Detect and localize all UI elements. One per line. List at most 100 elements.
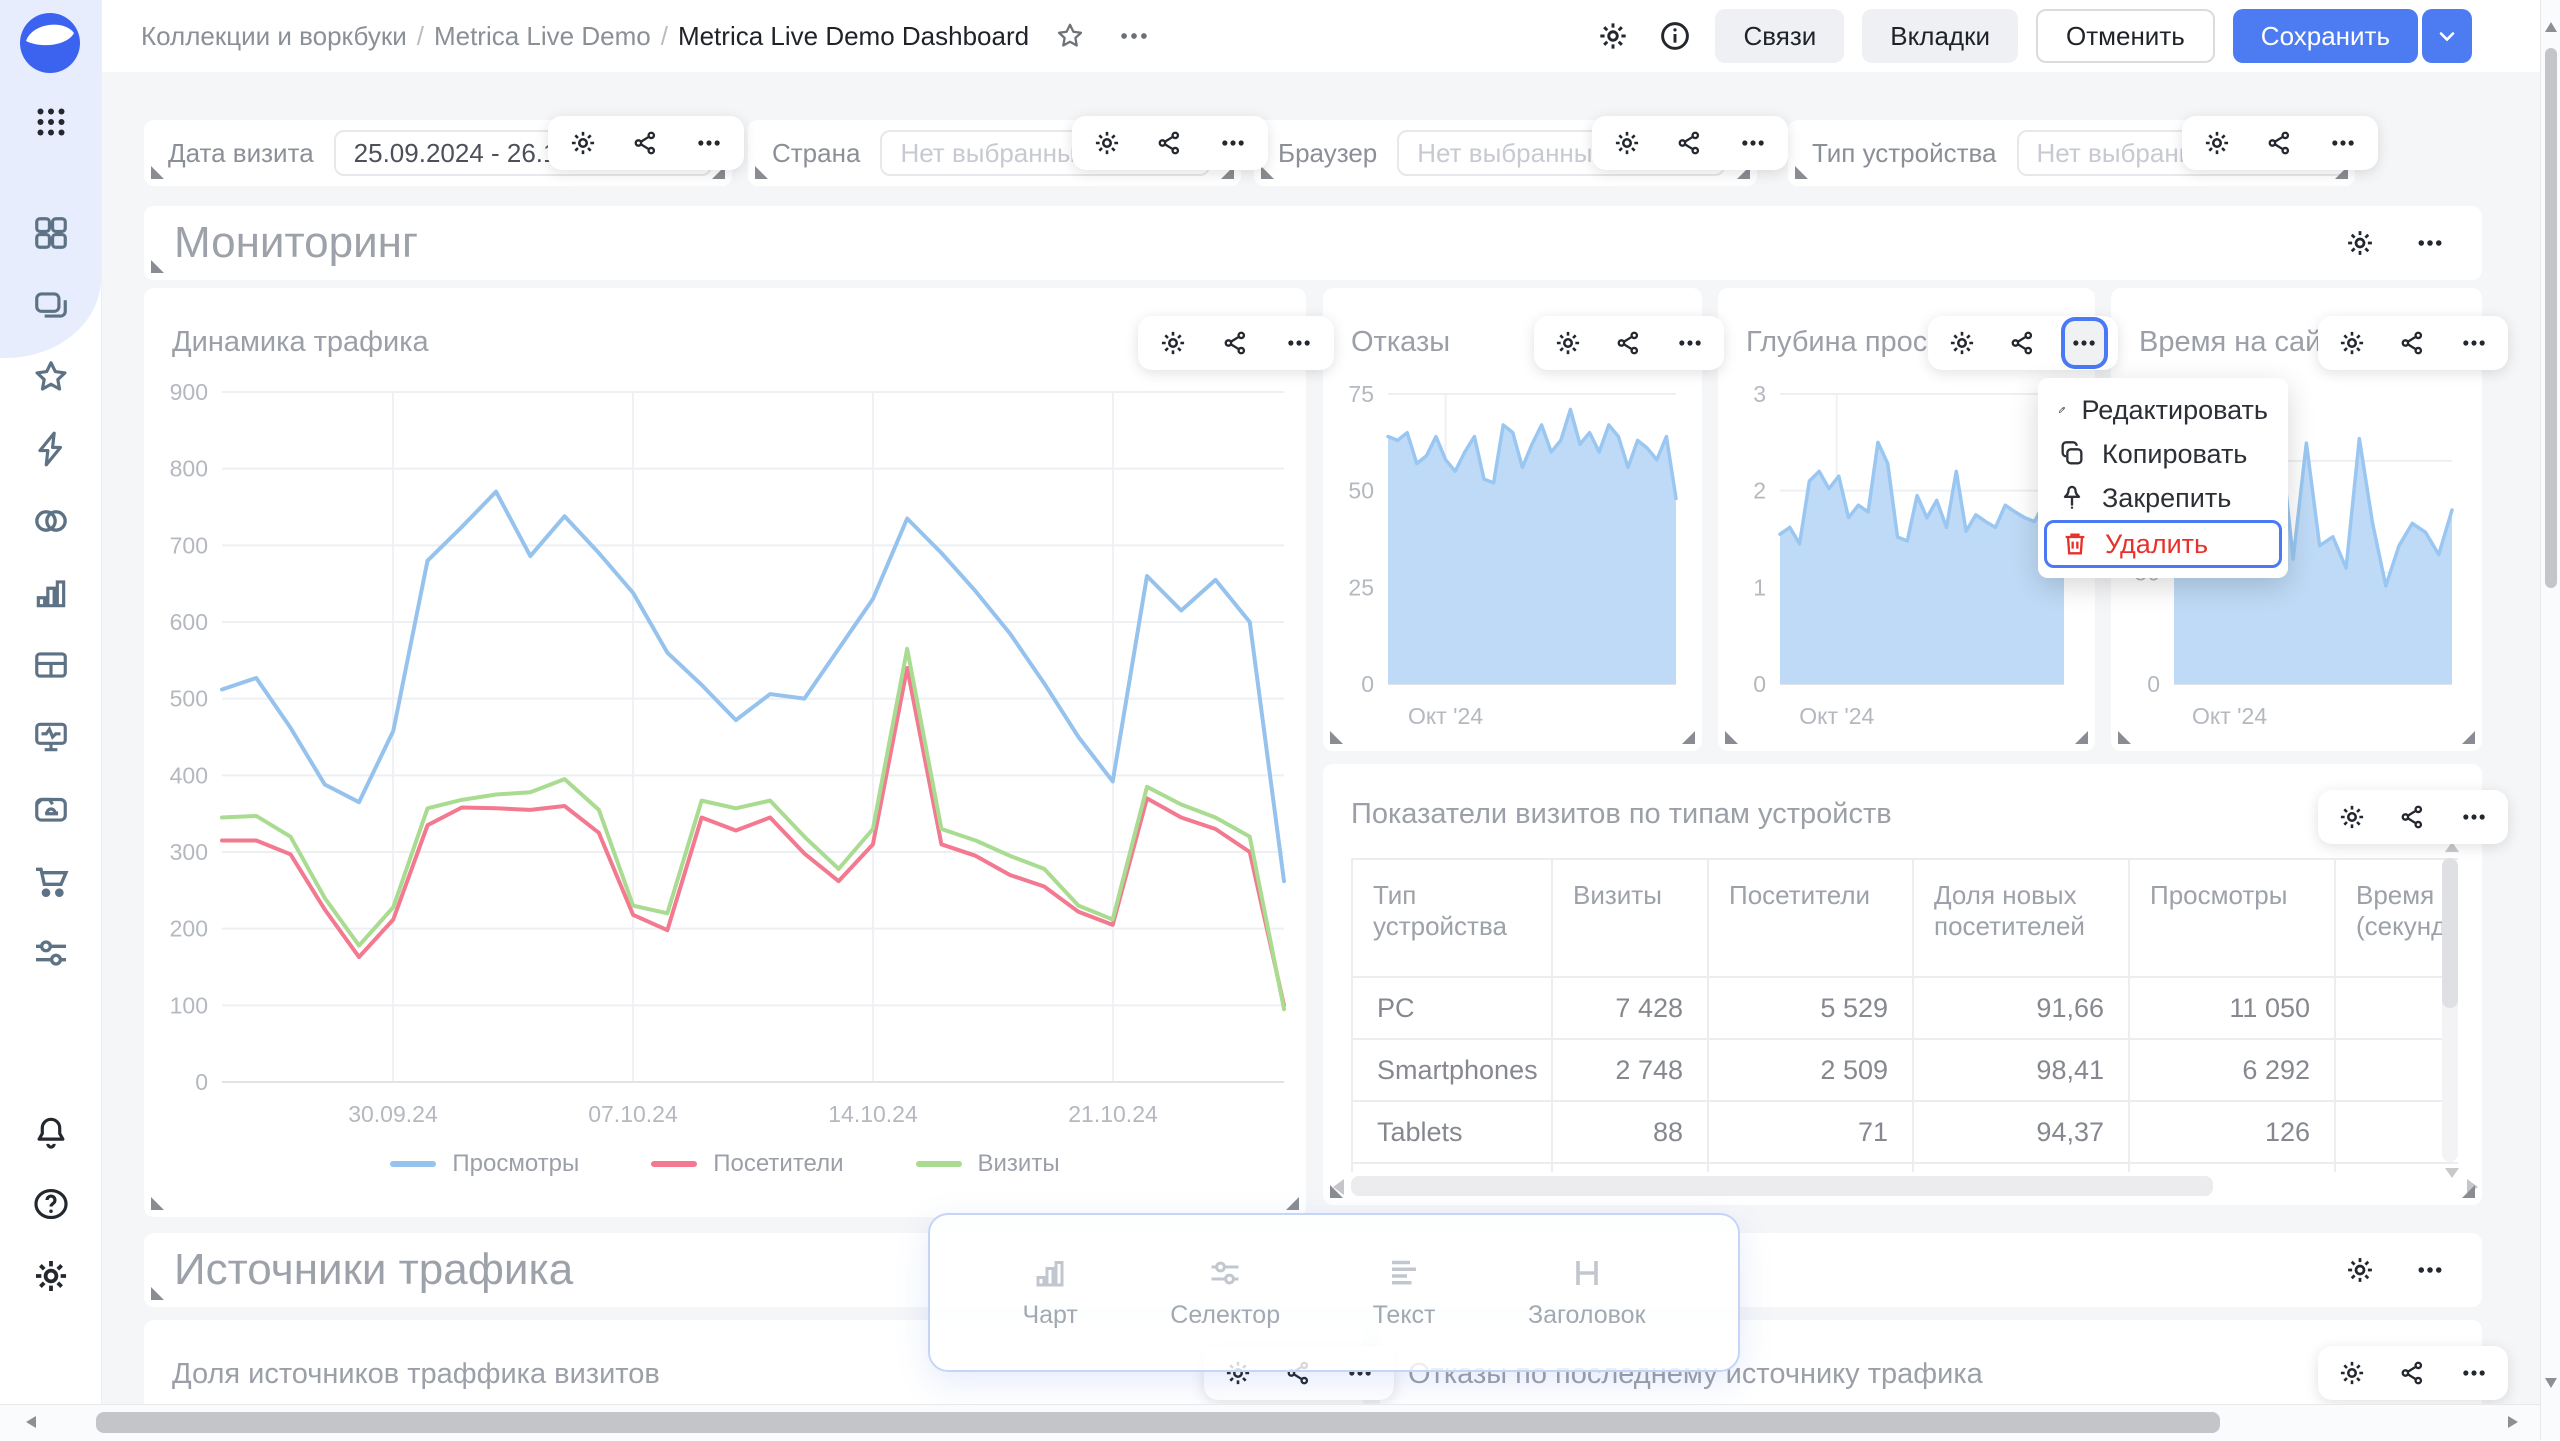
gear-icon[interactable] xyxy=(2338,221,2382,265)
sidebar-item-collections[interactable] xyxy=(31,285,71,325)
gear-icon[interactable] xyxy=(2332,321,2371,365)
vertical-scrollbar-thumb[interactable] xyxy=(2545,48,2557,588)
horizontal-scrollbar[interactable] xyxy=(0,1404,2540,1441)
sidebar-item-marketplace[interactable] xyxy=(31,861,71,901)
more-icon[interactable] xyxy=(2455,321,2494,365)
resize-handle[interactable] xyxy=(1330,731,1343,744)
table-horizontal-scrollbar[interactable] xyxy=(1351,1176,2458,1198)
resize-handle[interactable] xyxy=(1725,731,1738,744)
links-icon[interactable] xyxy=(1215,321,1256,365)
sidebar-item-storage[interactable] xyxy=(31,789,71,829)
menu-item-pin[interactable]: Закрепить xyxy=(2044,476,2282,520)
resize-handle[interactable] xyxy=(151,260,164,273)
filter-browser-label: Браузер xyxy=(1278,138,1377,169)
info-icon[interactable] xyxy=(1653,14,1697,58)
legend-item-views[interactable]: Просмотры xyxy=(390,1150,579,1178)
more-icon[interactable] xyxy=(2455,1351,2494,1395)
breadcrumb-more-icon[interactable] xyxy=(1117,19,1151,53)
breadcrumb-workbook[interactable]: Metrica Live Demo xyxy=(434,21,651,52)
apps-grid-icon[interactable] xyxy=(31,102,71,142)
links-icon[interactable] xyxy=(2393,795,2432,839)
more-icon[interactable] xyxy=(2408,1248,2452,1292)
sidebar-item-monitoring[interactable] xyxy=(31,717,71,757)
legend-item-visits[interactable]: Визиты xyxy=(916,1150,1060,1178)
notifications-bell-icon[interactable] xyxy=(31,1112,71,1152)
resize-handle[interactable] xyxy=(2462,731,2475,744)
breadcrumb-collections[interactable]: Коллекции и воркбуки xyxy=(141,21,407,52)
sidebar-item-charts[interactable] xyxy=(31,573,71,613)
links-icon[interactable] xyxy=(2393,1351,2432,1395)
settings-gear-icon[interactable] xyxy=(31,1256,71,1296)
gear-icon[interactable] xyxy=(2196,121,2237,165)
save-button[interactable]: Сохранить xyxy=(2233,9,2418,63)
menu-item-copy[interactable]: Копировать xyxy=(2044,432,2282,476)
links-icon[interactable] xyxy=(1149,121,1190,165)
links-icon[interactable] xyxy=(2003,321,2042,365)
resize-handle[interactable] xyxy=(1261,166,1274,179)
horizontal-scrollbar-thumb[interactable] xyxy=(96,1412,2220,1433)
gear-icon[interactable] xyxy=(562,121,603,165)
gear-icon[interactable] xyxy=(1606,121,1647,165)
resize-handle[interactable] xyxy=(151,1287,164,1300)
gear-icon[interactable] xyxy=(1086,121,1127,165)
dashboard-settings-gear-icon[interactable] xyxy=(1591,14,1635,58)
more-icon[interactable] xyxy=(2408,221,2452,265)
more-icon[interactable] xyxy=(1733,121,1774,165)
legend-label: Просмотры xyxy=(452,1150,579,1178)
resize-handle[interactable] xyxy=(1330,1185,1343,1198)
add-text-button[interactable]: Текст xyxy=(1373,1255,1436,1330)
add-chart-button[interactable]: Чарт xyxy=(1022,1255,1077,1330)
scroll-right-icon[interactable] xyxy=(2508,1416,2518,1428)
resize-handle[interactable] xyxy=(151,1197,164,1210)
gear-icon[interactable] xyxy=(1548,321,1587,365)
resize-handle[interactable] xyxy=(2462,1185,2475,1198)
sidebar-item-dashboards[interactable] xyxy=(31,213,71,253)
sidebar-item-functions[interactable] xyxy=(31,429,71,469)
links-icon[interactable] xyxy=(1609,321,1648,365)
vertical-scrollbar[interactable] xyxy=(2540,0,2560,1440)
more-icon-focused[interactable] xyxy=(2065,321,2104,365)
more-icon[interactable] xyxy=(1279,321,1320,365)
sidebar-item-services[interactable] xyxy=(31,933,71,973)
help-icon[interactable] xyxy=(31,1184,71,1224)
cancel-button[interactable]: Отменить xyxy=(2036,9,2215,63)
gear-icon[interactable] xyxy=(1942,321,1981,365)
links-icon[interactable] xyxy=(1669,121,1710,165)
links-icon[interactable] xyxy=(2259,121,2300,165)
gear-icon[interactable] xyxy=(2332,1351,2371,1395)
menu-item-edit[interactable]: Редактировать xyxy=(2044,388,2282,432)
add-selector-button[interactable]: Селектор xyxy=(1170,1255,1280,1330)
tabs-button[interactable]: Вкладки xyxy=(1862,9,2018,63)
gear-icon[interactable] xyxy=(1152,321,1193,365)
relations-button[interactable]: Связи xyxy=(1715,9,1844,63)
gear-icon[interactable] xyxy=(2338,1248,2382,1292)
add-heading-button[interactable]: Заголовок xyxy=(1528,1255,1646,1330)
more-icon[interactable] xyxy=(2323,121,2364,165)
favorite-star-icon[interactable] xyxy=(1055,21,1085,51)
menu-item-delete[interactable]: Удалить xyxy=(2044,520,2282,568)
links-icon[interactable] xyxy=(625,121,666,165)
resize-handle[interactable] xyxy=(1795,166,1808,179)
resize-handle[interactable] xyxy=(1682,731,1695,744)
sidebar-item-favorites[interactable] xyxy=(31,357,71,397)
legend-item-visitors[interactable]: Посетители xyxy=(651,1150,843,1178)
resize-handle[interactable] xyxy=(2075,731,2088,744)
resize-handle[interactable] xyxy=(755,166,768,179)
scroll-left-icon[interactable] xyxy=(26,1416,36,1428)
sidebar-item-datasets[interactable] xyxy=(31,645,71,685)
gear-icon[interactable] xyxy=(2332,795,2371,839)
resize-handle[interactable] xyxy=(2118,731,2131,744)
more-icon[interactable] xyxy=(2455,795,2494,839)
scroll-down-icon[interactable] xyxy=(2545,1378,2557,1388)
sidebar-item-connections[interactable] xyxy=(31,501,71,541)
datalens-logo[interactable] xyxy=(17,10,83,76)
resize-handle[interactable] xyxy=(151,166,164,179)
resize-handle[interactable] xyxy=(1286,1197,1299,1210)
links-icon[interactable] xyxy=(2393,321,2432,365)
table-vertical-scrollbar[interactable] xyxy=(2442,858,2458,1162)
more-icon[interactable] xyxy=(1671,321,1710,365)
scroll-up-icon[interactable] xyxy=(2545,22,2557,32)
save-dropdown-button[interactable] xyxy=(2422,9,2472,63)
more-icon[interactable] xyxy=(689,121,730,165)
more-icon[interactable] xyxy=(1213,121,1254,165)
